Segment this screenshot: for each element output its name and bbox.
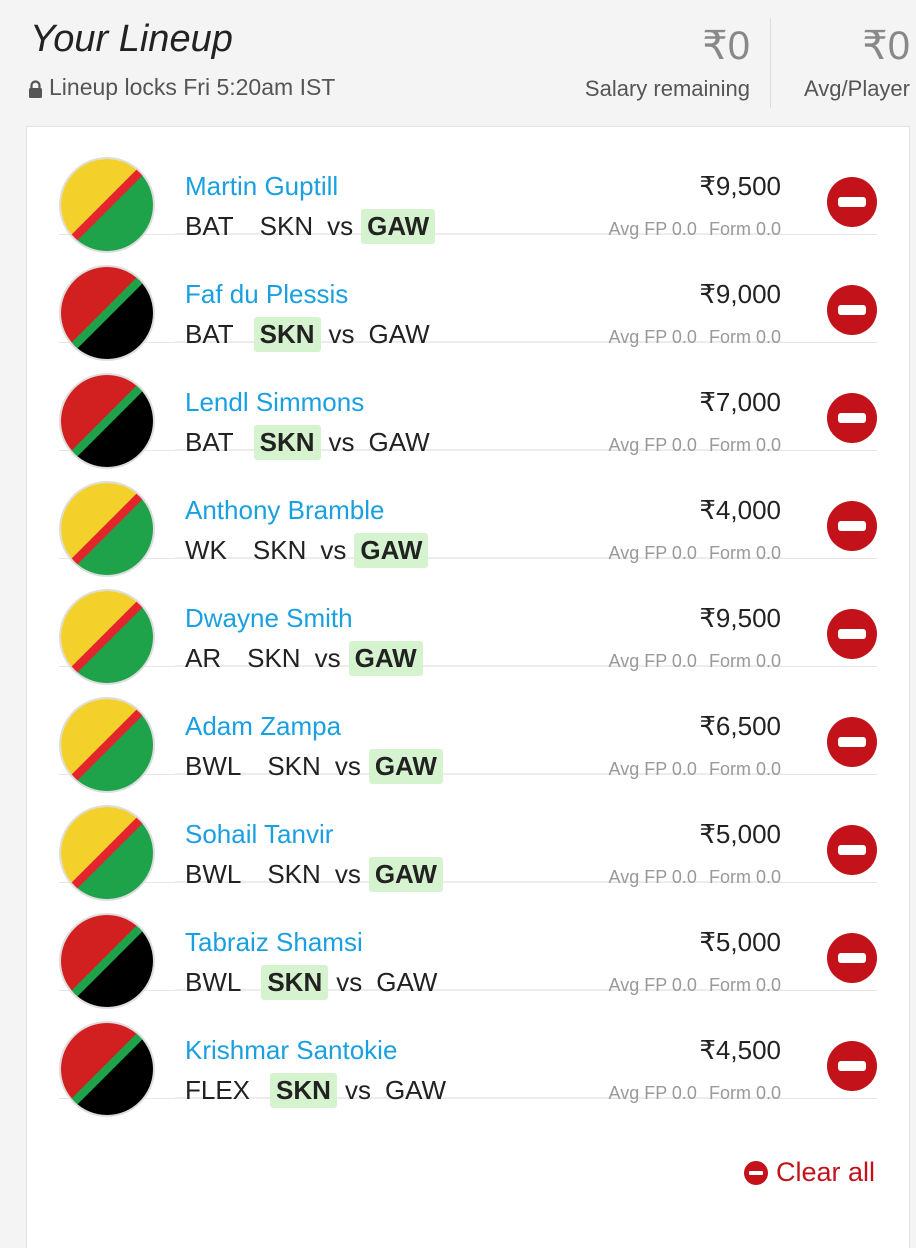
avg-fp-label: Avg FP (608, 1083, 667, 1103)
remove-player-button[interactable] (827, 717, 877, 767)
avg-player-label: Avg/Player (804, 76, 910, 101)
clear-all-label: Clear all (775, 1157, 875, 1187)
player-info: Krishmar Santokie FLEX SKN vs GAW ₹4,500 Avg F… (175, 991, 781, 1108)
salary-remaining-stat: ₹0 Salary remaining (585, 22, 750, 102)
form-value: 0.0 (755, 1083, 781, 1103)
player-row: Sohail Tanvir BWL SKN vs GAW ₹5,000 Avg FP 0.0… (59, 775, 877, 901)
lock-icon (28, 78, 43, 98)
player-salary: ₹9,500 (699, 603, 781, 633)
remove-player-button[interactable] (827, 285, 877, 335)
player-name-link[interactable]: Krishmar Santokie (185, 1035, 397, 1066)
home-team: SKN (270, 1073, 337, 1108)
player-salary: ₹4,000 (699, 495, 781, 525)
lock-text: Lineup locks Fri 5:20am IST (49, 74, 336, 100)
player-info: Anthony Bramble WK SKN vs GAW ₹4,000 Avg FP 0.… (175, 451, 781, 568)
lineup-header: Your Lineup Lineup locks Fri 5:20am IST … (0, 0, 916, 120)
player-row: Faf du Plessis BAT SKN vs GAW ₹9,000 Avg FP 0.… (59, 235, 877, 361)
remove-player-button[interactable] (827, 1041, 877, 1091)
stat-divider (770, 18, 771, 108)
remove-player-button[interactable] (827, 933, 877, 983)
player-salary: ₹5,000 (699, 819, 781, 849)
team-jersey-avatar (59, 1021, 155, 1117)
player-name-link[interactable]: Anthony Bramble (185, 495, 384, 526)
form-label: Form (708, 1083, 751, 1103)
player-salary: ₹9,500 (699, 171, 781, 201)
remove-player-button[interactable] (827, 177, 877, 227)
lineup-lock-info: Lineup locks Fri 5:20am IST (28, 74, 335, 101)
player-info: Lendl Simmons BAT SKN vs GAW ₹7,000 Avg FP 0.0… (175, 343, 781, 460)
remove-player-button[interactable] (827, 501, 877, 551)
salary-remaining-value: ₹0 (702, 24, 750, 68)
player-info: Adam Zampa BWL SKN vs GAW ₹6,500 Avg FP 0.0 For… (175, 667, 781, 784)
lineup-panel: Martin Guptill BAT SKN vs GAW ₹9,500 Avg FP 0.… (26, 126, 910, 1248)
player-name-link[interactable]: Dwayne Smith (185, 603, 353, 634)
player-salary: ₹6,500 (699, 711, 781, 741)
player-salary: ₹5,000 (699, 927, 781, 957)
player-salary: ₹4,500 (699, 1035, 781, 1065)
avg-fp-value: 0.0 (671, 1083, 697, 1103)
player-row: Lendl Simmons BAT SKN vs GAW ₹7,000 Avg FP 0.0… (59, 343, 877, 469)
player-info: Tabraiz Shamsi BWL SKN vs GAW ₹5,000 Avg FP 0.… (175, 883, 781, 1000)
player-info: Martin Guptill BAT SKN vs GAW ₹9,500 Avg FP 0.… (175, 127, 781, 244)
player-info: Dwayne Smith AR SKN vs GAW ₹9,500 Avg FP 0.0 Fo… (175, 559, 781, 676)
minus-circle-icon (743, 1160, 768, 1185)
page-title: Your Lineup (30, 18, 233, 60)
player-salary: ₹7,000 (699, 387, 781, 417)
remove-player-button[interactable] (827, 393, 877, 443)
player-info: Sohail Tanvir BWL SKN vs GAW ₹5,000 Avg FP 0.0… (175, 775, 781, 892)
player-name-link[interactable]: Sohail Tanvir (185, 819, 333, 850)
salary-remaining-label: Salary remaining (584, 76, 750, 101)
player-name-link[interactable]: Lendl Simmons (185, 387, 364, 418)
player-salary: ₹9,000 (699, 279, 781, 309)
player-position: FLEX (185, 1075, 251, 1105)
player-row: Krishmar Santokie FLEX SKN vs GAW ₹4,500 Avg F… (59, 991, 877, 1117)
player-row: Adam Zampa BWL SKN vs GAW ₹6,500 Avg FP 0.0 For… (59, 667, 877, 793)
player-name-link[interactable]: Adam Zampa (185, 711, 341, 742)
away-team: GAW (384, 1075, 447, 1105)
player-info: Faf du Plessis BAT SKN vs GAW ₹9,000 Avg FP 0.… (175, 235, 781, 352)
player-row: Anthony Bramble WK SKN vs GAW ₹4,000 Avg FP 0.… (59, 451, 877, 577)
player-matchup: FLEX SKN vs GAW (185, 1073, 452, 1108)
player-row: Dwayne Smith AR SKN vs GAW ₹9,500 Avg FP 0.0 Fo… (59, 559, 877, 685)
player-row: Tabraiz Shamsi BWL SKN vs GAW ₹5,000 Avg FP 0.… (59, 883, 877, 1009)
remove-player-button[interactable] (827, 609, 877, 659)
player-name-link[interactable]: Faf du Plessis (185, 279, 348, 310)
player-stats: Avg FP 0.0 Form 0.0 (609, 1083, 781, 1104)
player-name-link[interactable]: Tabraiz Shamsi (185, 927, 363, 958)
avg-player-value: ₹0 (862, 24, 910, 68)
remove-player-button[interactable] (827, 825, 877, 875)
clear-all-button[interactable]: Clear all (743, 1157, 875, 1188)
player-name-link[interactable]: Martin Guptill (185, 171, 338, 202)
player-row: Martin Guptill BAT SKN vs GAW ₹9,500 Avg FP 0.… (59, 127, 877, 253)
avg-player-stat: ₹0 Avg/Player (804, 22, 910, 102)
vs-separator: vs (344, 1075, 371, 1105)
